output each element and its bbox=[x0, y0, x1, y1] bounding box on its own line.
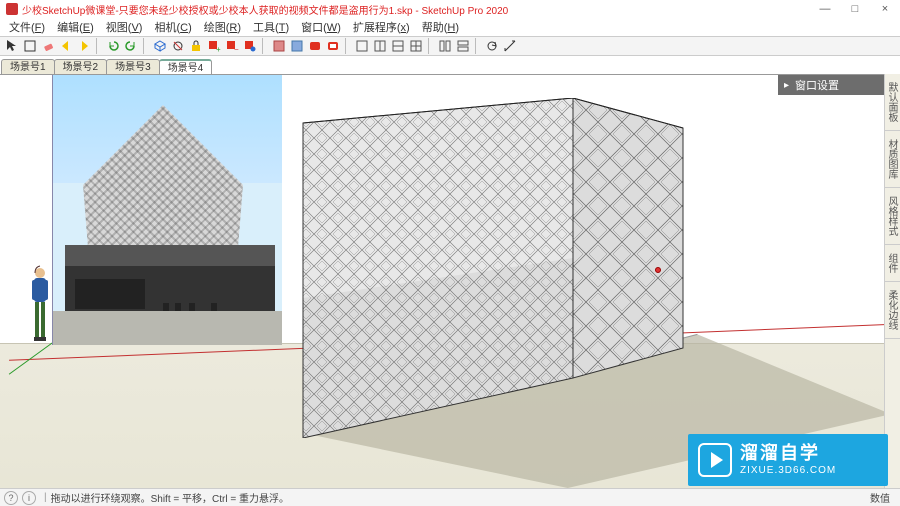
menu-bar: 文件(F) 编辑(E) 视图(V) 相机(C) 绘图(R) 工具(T) 窗口(W… bbox=[0, 18, 900, 36]
dock-tab-default[interactable]: 默认面板 bbox=[885, 74, 900, 131]
play-icon bbox=[698, 443, 732, 477]
dock-tab-components[interactable]: 组件 bbox=[885, 245, 900, 282]
toolbar-separator bbox=[96, 38, 101, 54]
svg-text:+: + bbox=[216, 45, 221, 53]
reference-image bbox=[52, 75, 282, 345]
group-remove-icon[interactable]: − bbox=[224, 38, 240, 54]
toolbar-separator bbox=[475, 38, 480, 54]
menu-window[interactable]: 窗口(W) bbox=[296, 18, 346, 36]
component-tool-icon[interactable] bbox=[22, 38, 38, 54]
watermark-brand: 溜溜自学 bbox=[740, 443, 836, 465]
layout-4-icon[interactable] bbox=[408, 38, 424, 54]
right-dock-tabs: 默认面板 材质图库 风格样式 组件 柔化边线 bbox=[884, 74, 900, 488]
texture-cube-icon[interactable] bbox=[271, 38, 287, 54]
scene-tab-4[interactable]: 场景号4 bbox=[159, 59, 213, 74]
help-icon[interactable]: ? bbox=[4, 491, 18, 505]
layout-5-icon[interactable] bbox=[437, 38, 453, 54]
maximize-button[interactable]: □ bbox=[840, 0, 870, 18]
info-icon[interactable]: i bbox=[22, 491, 36, 505]
cube-model[interactable] bbox=[298, 98, 688, 438]
material-icon[interactable] bbox=[289, 38, 305, 54]
scene-tab-1[interactable]: 场景号1 bbox=[1, 59, 55, 74]
status-sep: | bbox=[44, 492, 47, 503]
window-controls: — □ × bbox=[810, 0, 900, 18]
viewport[interactable]: ▸ 窗口设置 × bbox=[0, 74, 900, 488]
scene-tab-2[interactable]: 场景号2 bbox=[54, 59, 108, 74]
iso-view-icon[interactable] bbox=[152, 38, 168, 54]
toolbar-separator bbox=[345, 38, 350, 54]
seek-prev-icon[interactable] bbox=[58, 38, 74, 54]
building-base bbox=[65, 245, 275, 315]
menu-camera[interactable]: 相机(C) bbox=[149, 18, 196, 36]
explode-icon[interactable] bbox=[170, 38, 186, 54]
dock-tab-soften[interactable]: 柔化边线 bbox=[885, 282, 900, 339]
menu-draw[interactable]: 绘图(R) bbox=[199, 18, 246, 36]
lock-icon[interactable] bbox=[188, 38, 204, 54]
layout-2-icon[interactable] bbox=[372, 38, 388, 54]
eraser-tool-icon[interactable] bbox=[40, 38, 56, 54]
svg-text:−: − bbox=[234, 45, 239, 53]
watermark-url: ZIXUE.3D66.COM bbox=[740, 465, 836, 477]
watermark-badge: 溜溜自学 ZIXUE.3D66.COM bbox=[688, 434, 888, 486]
group-add-icon[interactable]: + bbox=[206, 38, 222, 54]
window-title: 少校SketchUp微课堂-只要您未经少校授权或少校本人获取的视频文件都是盗用行… bbox=[22, 2, 508, 17]
red-tool-1-icon[interactable] bbox=[307, 38, 323, 54]
group-replace-icon[interactable] bbox=[242, 38, 258, 54]
redo-icon[interactable] bbox=[123, 38, 139, 54]
toolbar-separator bbox=[143, 38, 148, 54]
measurement-label: 数值 bbox=[870, 490, 896, 505]
dock-tab-materials[interactable]: 材质图库 bbox=[885, 131, 900, 188]
sync-icon[interactable] bbox=[484, 38, 500, 54]
measure-icon[interactable] bbox=[502, 38, 518, 54]
menu-file[interactable]: 文件(F) bbox=[4, 18, 50, 36]
scene-tab-3[interactable]: 场景号3 bbox=[106, 59, 160, 74]
layout-1-icon[interactable] bbox=[354, 38, 370, 54]
building-facade bbox=[83, 105, 243, 265]
select-tool-icon[interactable] bbox=[4, 38, 20, 54]
dock-tab-styles[interactable]: 风格样式 bbox=[885, 188, 900, 245]
seek-next-icon[interactable] bbox=[76, 38, 92, 54]
app-logo-icon bbox=[6, 3, 18, 15]
scale-figure-icon bbox=[29, 265, 51, 343]
status-bar: ? i | 拖动以进行环绕观察。Shift = 平移，Ctrl = 重力悬浮。 … bbox=[0, 488, 900, 506]
scene-tabs: 场景号1 场景号2 场景号3 场景号4 bbox=[0, 56, 900, 74]
toolbar-separator bbox=[428, 38, 433, 54]
cube-right-face bbox=[573, 98, 683, 378]
menu-tools[interactable]: 工具(T) bbox=[248, 18, 294, 36]
undo-icon[interactable] bbox=[105, 38, 121, 54]
main-toolbar: + − bbox=[0, 36, 900, 56]
menu-extensions[interactable]: 扩展程序(x) bbox=[348, 18, 415, 36]
pavement bbox=[53, 311, 282, 345]
red-tool-2-icon[interactable] bbox=[325, 38, 341, 54]
panel-title: 窗口设置 bbox=[795, 77, 839, 93]
panel-arrow-icon: ▸ bbox=[784, 80, 789, 91]
toolbar-separator bbox=[262, 38, 267, 54]
menu-help[interactable]: 帮助(H) bbox=[417, 18, 464, 36]
minimize-button[interactable]: — bbox=[810, 0, 840, 18]
status-hint: 拖动以进行环绕观察。Shift = 平移，Ctrl = 重力悬浮。 bbox=[51, 490, 289, 505]
title-bar: 少校SketchUp微课堂-只要您未经少校授权或少校本人获取的视频文件都是盗用行… bbox=[0, 0, 900, 18]
origin-marker-icon bbox=[655, 267, 661, 273]
close-button[interactable]: × bbox=[870, 0, 900, 18]
layout-3-icon[interactable] bbox=[390, 38, 406, 54]
menu-edit[interactable]: 编辑(E) bbox=[52, 18, 99, 36]
layout-6-icon[interactable] bbox=[455, 38, 471, 54]
tray-panel-header[interactable]: ▸ 窗口设置 × bbox=[778, 75, 900, 95]
menu-view[interactable]: 视图(V) bbox=[101, 18, 148, 36]
